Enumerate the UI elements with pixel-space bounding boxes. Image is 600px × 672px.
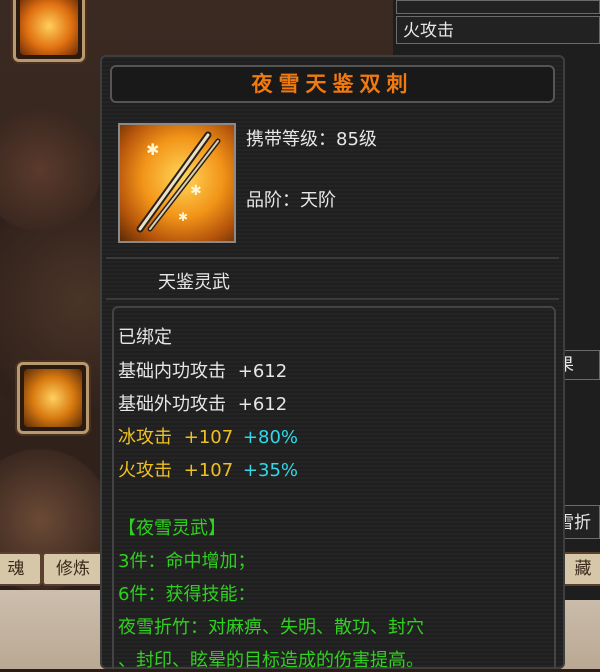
set-effect: 、封印、眩晕的目标造成的伤害提高。 [118,650,424,671]
svg-text:✱: ✱ [146,140,159,159]
bracelet-slot-icon [24,369,82,427]
stat-value: +107 [183,427,234,448]
tab-soul[interactable]: 魂 [0,552,42,586]
carry-level: 携带等级：85级 [246,129,377,150]
right-panel-row-fire-attack: 火攻击 [396,16,600,44]
stat-value: +612 [237,361,288,382]
item-grade: 品阶：天阶 [246,190,336,211]
set-name: 【夜雪灵武】 [118,518,226,539]
bound-status: 已绑定 [118,327,172,348]
stat-value: +107 [183,460,234,481]
divider [106,298,559,300]
right-panel-row [396,0,600,14]
set-effect: 3件：命中增加； [118,551,256,572]
stat-label: 基础内功攻击 [118,361,226,382]
stat-row: 基础外功攻击 +612 [118,390,287,416]
tab-cultivate[interactable]: 修炼 [42,552,104,586]
svg-text:✱: ✱ [190,183,202,199]
svg-text:✱: ✱ [178,210,188,224]
stat-bonus: +35% [242,460,299,481]
stat-row: 冰攻击 +107 +80% [118,423,298,449]
stat-label: 基础外功攻击 [118,394,226,415]
equip-slot-bracelet[interactable] [17,362,89,434]
stat-label: 冰攻击 [118,427,172,448]
stat-row: 火攻击 +107 +35% [118,456,298,482]
item-name: 夜雪天鉴双刺 [251,72,414,96]
equip-slot-weapon[interactable] [13,0,85,62]
set-effect: 夜雪折竹：对麻痹、失明、散功、封穴 [118,617,424,638]
twin-daggers-icon-graphic: ✱ ✱ ✱ [136,131,221,233]
divider [106,257,559,259]
set-effect: 6件：获得技能： [118,584,256,605]
stat-bonus: +80% [242,427,299,448]
item-category: 天鉴灵武 [158,272,230,293]
weapon-slot-icon [20,0,78,55]
stat-label: 火攻击 [118,460,172,481]
twin-daggers-icon: ✱ ✱ ✱ [118,123,236,243]
item-name-bar: 夜雪天鉴双刺 [110,65,555,103]
stat-row: 基础内功攻击 +612 [118,357,287,383]
stat-value: +612 [237,394,288,415]
